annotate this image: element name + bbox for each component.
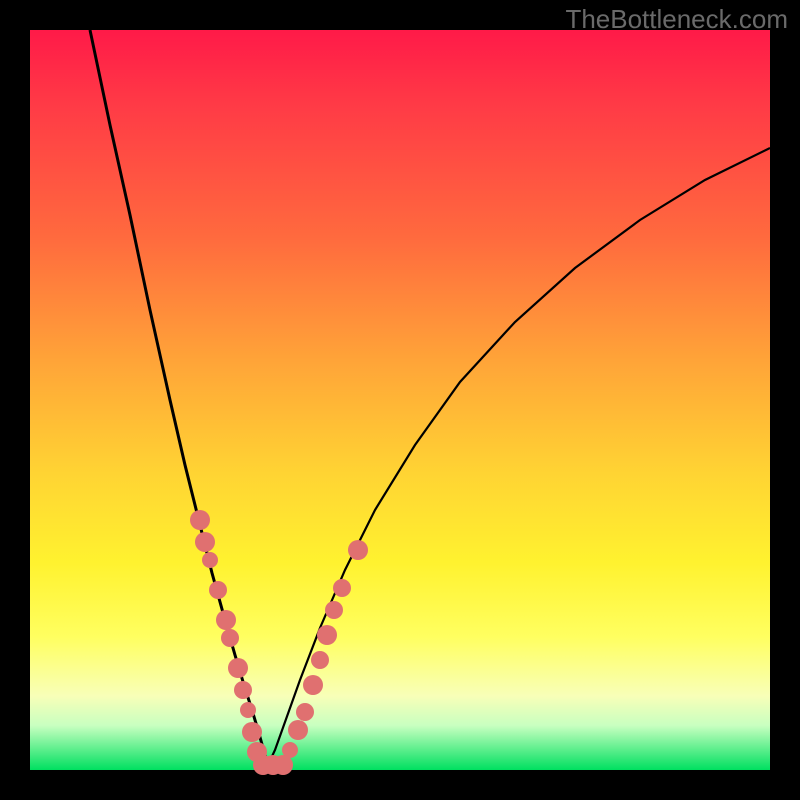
data-dot <box>333 579 351 597</box>
data-dot <box>317 625 337 645</box>
curve-left <box>90 30 268 765</box>
data-dot <box>240 702 256 718</box>
data-dot <box>303 675 323 695</box>
curve-right <box>268 148 770 765</box>
data-dot <box>221 629 239 647</box>
data-dot <box>325 601 343 619</box>
data-dots <box>190 510 368 775</box>
data-dot <box>288 720 308 740</box>
data-dot <box>228 658 248 678</box>
data-dot <box>282 742 298 758</box>
chart-frame: TheBottleneck.com <box>0 0 800 800</box>
data-dot <box>296 703 314 721</box>
data-dot <box>234 681 252 699</box>
data-dot <box>202 552 218 568</box>
plot-area <box>30 30 770 770</box>
data-dot <box>348 540 368 560</box>
curve-svg <box>30 30 770 770</box>
data-dot <box>190 510 210 530</box>
data-dot <box>311 651 329 669</box>
data-dot <box>195 532 215 552</box>
data-dot <box>242 722 262 742</box>
data-dot <box>209 581 227 599</box>
data-dot <box>216 610 236 630</box>
